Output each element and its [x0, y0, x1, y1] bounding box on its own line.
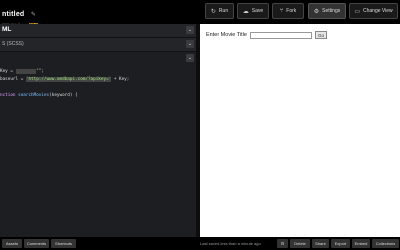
layout-icon: ▭ [354, 8, 360, 15]
settings-button[interactable]: ⚙ Settings [308, 3, 346, 19]
fork-button[interactable]: ⑂ Fork [272, 3, 304, 19]
assets-button[interactable]: Assets [2, 239, 22, 248]
fork-icon: ⑂ [279, 8, 284, 14]
run-label: Run [218, 8, 229, 14]
css-settings-icon[interactable]: ⌄ [186, 40, 194, 48]
save-button[interactable]: ☁ Save [237, 3, 269, 19]
top-header: ntitled ✎ TED BY CristyPRO ↻ Run ☁ Save … [0, 0, 400, 27]
export-button[interactable]: Export [331, 239, 350, 248]
refresh-icon: ↻ [210, 8, 216, 15]
shortcuts-button[interactable]: Shortcuts [51, 239, 76, 248]
fork-label: Fork [286, 8, 297, 14]
js-settings-icon[interactable]: ⌄ [186, 54, 194, 62]
code-line-2: baseurl = 'http://www.omdbapi.com/?apike… [0, 77, 130, 82]
comments-button[interactable]: Comments [24, 239, 49, 248]
movie-search-form: Enter Movie Title Go [206, 31, 327, 39]
css-panel-header[interactable]: S (SCSS) ⌄ [0, 38, 196, 52]
pen-title[interactable]: ntitled [2, 11, 24, 18]
movie-title-input[interactable] [249, 31, 312, 39]
go-button[interactable]: Go [314, 31, 327, 39]
settings-label: Settings [322, 8, 341, 14]
code-line-1: Key = ""; [0, 69, 45, 74]
last-saved-status: Last saved less than a minute ago [200, 241, 261, 246]
run-button[interactable]: ↻ Run [205, 3, 234, 19]
code-line-3: nction searchMovies(keyword) { [0, 93, 78, 98]
embed-button[interactable]: Embed [352, 239, 370, 248]
pencil-icon[interactable]: ✎ [31, 12, 36, 18]
gear-icon: ⚙ [313, 8, 320, 15]
result-preview: Enter Movie Title Go [200, 24, 400, 237]
html-panel-label: ML [2, 26, 12, 33]
css-panel-label: S (SCSS) [2, 41, 24, 47]
share-button[interactable]: Share [312, 239, 329, 248]
bottom-footer: Assets Comments Shortcuts Last saved les… [0, 237, 400, 250]
movie-title-label: Enter Movie Title [206, 32, 247, 38]
cloud-icon: ☁ [242, 8, 249, 15]
js-code[interactable]: Key = ""; baseurl = 'http://www.omdbapi.… [0, 68, 129, 100]
delete-button[interactable]: Delete [290, 239, 310, 248]
html-panel-header[interactable]: ML ⌄ [0, 24, 196, 38]
embed-view-icon[interactable]: ⊟ [277, 239, 288, 248]
collections-button[interactable]: Collections [372, 239, 399, 248]
html-settings-icon[interactable]: ⌄ [186, 26, 194, 34]
change-view-label: Change View [363, 8, 393, 14]
save-label: Save [251, 8, 264, 14]
change-view-button[interactable]: ▭ Change View [349, 3, 398, 19]
